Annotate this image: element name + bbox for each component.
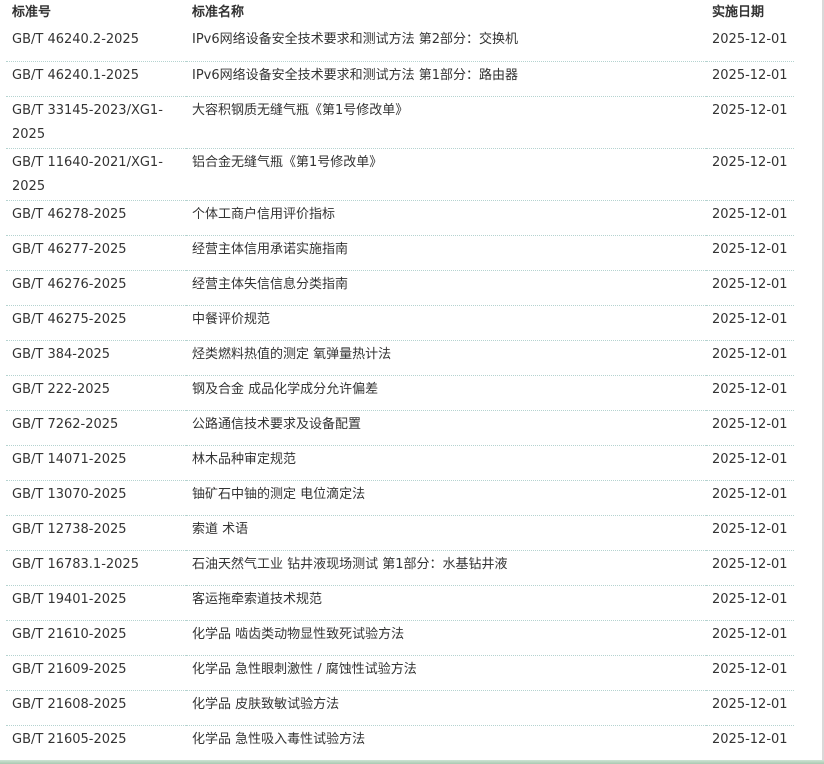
standard-code: GB/T 46276-2025 [6,270,186,306]
implementation-date: 2025-12-01 [706,305,794,341]
implementation-date: 2025-12-01 [706,655,794,691]
standard-name-link[interactable]: 公路通信技术要求及设备配置 [186,410,706,446]
standard-name-link[interactable]: 经营主体失信信息分类指南 [186,270,706,306]
table-row[interactable]: GB/T 21610-2025 化学品 啮齿类动物显性致死试验方法 2025-1… [6,620,794,656]
table-row[interactable]: GB/T 46240.1-2025 IPv6网络设备安全技术要求和测试方法 第1… [6,61,794,97]
standard-code: GB/T 12738-2025 [6,515,186,551]
table-row[interactable]: GB/T 11640-2021/XG1-2025 铝合金无缝气瓶《第1号修改单》… [6,148,794,201]
table-row[interactable]: GB/T 46278-2025 个体工商户信用评价指标 2025-12-01 [6,200,794,236]
standard-name-link[interactable]: 钢及合金 成品化学成分允许偏差 [186,375,706,411]
standard-name-link[interactable]: 铀矿石中铀的测定 电位滴定法 [186,480,706,516]
standard-code: GB/T 21609-2025 [6,655,186,691]
column-header-date: 实施日期 [712,5,765,20]
standard-code: GB/T 46240.1-2025 [6,61,186,97]
table-row[interactable]: GB/T 7262-2025 公路通信技术要求及设备配置 2025-12-01 [6,410,794,446]
implementation-date: 2025-12-01 [706,480,794,516]
implementation-date: 2025-12-01 [706,515,794,551]
table-row[interactable]: GB/T 384-2025 烃类燃料热值的测定 氧弹量热计法 2025-12-0… [6,340,794,376]
implementation-date: 2025-12-01 [706,375,794,411]
standard-name-link[interactable]: IPv6网络设备安全技术要求和测试方法 第1部分：路由器 [186,61,706,97]
table-row[interactable]: GB/T 16783.1-2025 石油天然气工业 钻井液现场测试 第1部分：水… [6,550,794,586]
implementation-date: 2025-12-01 [706,26,794,62]
standard-code: GB/T 7262-2025 [6,410,186,446]
standard-name-link[interactable]: 个体工商户信用评价指标 [186,200,706,236]
implementation-date: 2025-12-01 [706,61,794,97]
table-row[interactable]: GB/T 46240.2-2025 IPv6网络设备安全技术要求和测试方法 第2… [6,26,794,62]
implementation-date: 2025-12-01 [706,690,794,726]
standard-code: GB/T 46278-2025 [6,200,186,236]
table-row[interactable]: GB/T 13070-2025 铀矿石中铀的测定 电位滴定法 2025-12-0… [6,480,794,516]
standard-name-link[interactable]: 烃类燃料热值的测定 氧弹量热计法 [186,340,706,376]
standards-table: 标准号 标准名称 实施日期 GB/T 46240.2-2025 IPv6网络设备… [6,0,794,761]
implementation-date: 2025-12-01 [706,96,794,149]
implementation-date: 2025-12-01 [706,620,794,656]
standard-name-link[interactable]: 客运拖牵索道技术规范 [186,585,706,621]
standard-name-link[interactable]: 化学品 急性眼刺激性 / 腐蚀性试验方法 [186,655,706,691]
table-row[interactable]: GB/T 19401-2025 客运拖牵索道技术规范 2025-12-01 [6,585,794,621]
implementation-date: 2025-12-01 [706,148,794,201]
standard-name-link[interactable]: IPv6网络设备安全技术要求和测试方法 第2部分：交换机 [186,26,706,62]
table-row[interactable]: GB/T 21608-2025 化学品 皮肤致敏试验方法 2025-12-01 [6,690,794,726]
implementation-date: 2025-12-01 [706,410,794,446]
standard-code: GB/T 46277-2025 [6,235,186,271]
standard-name-link[interactable]: 化学品 啮齿类动物显性致死试验方法 [186,620,706,656]
table-row[interactable]: GB/T 21605-2025 化学品 急性吸入毒性试验方法 2025-12-0… [6,725,794,761]
table-row[interactable]: GB/T 12738-2025 索道 术语 2025-12-01 [6,515,794,551]
standard-code: GB/T 46240.2-2025 [6,26,186,62]
table-row[interactable]: GB/T 46276-2025 经营主体失信信息分类指南 2025-12-01 [6,270,794,306]
column-header-name: 标准名称 [192,5,245,20]
standard-code: GB/T 14071-2025 [6,445,186,481]
table-row[interactable]: GB/T 46277-2025 经营主体信用承诺实施指南 2025-12-01 [6,235,794,271]
table-row[interactable]: GB/T 14071-2025 林木品种审定规范 2025-12-01 [6,445,794,481]
bottom-divider [0,760,824,764]
standard-name-link[interactable]: 林木品种审定规范 [186,445,706,481]
standard-code: GB/T 21610-2025 [6,620,186,656]
standard-name-link[interactable]: 大容积钢质无缝气瓶《第1号修改单》 [186,96,706,149]
standard-name-link[interactable]: 中餐评价规范 [186,305,706,341]
standard-code: GB/T 21608-2025 [6,690,186,726]
table-header: 标准号 标准名称 实施日期 [6,0,794,26]
standard-name-link[interactable]: 索道 术语 [186,515,706,551]
standard-code: GB/T 16783.1-2025 [6,550,186,586]
table-row[interactable]: GB/T 222-2025 钢及合金 成品化学成分允许偏差 2025-12-01 [6,375,794,411]
standard-code: GB/T 13070-2025 [6,480,186,516]
implementation-date: 2025-12-01 [706,445,794,481]
standard-name-link[interactable]: 石油天然气工业 钻井液现场测试 第1部分：水基钻井液 [186,550,706,586]
table-row[interactable]: GB/T 21609-2025 化学品 急性眼刺激性 / 腐蚀性试验方法 202… [6,655,794,691]
standard-code: GB/T 21605-2025 [6,725,186,761]
implementation-date: 2025-12-01 [706,200,794,236]
standard-name-link[interactable]: 化学品 急性吸入毒性试验方法 [186,725,706,761]
implementation-date: 2025-12-01 [706,725,794,761]
column-header-code: 标准号 [12,5,52,20]
table-row[interactable]: GB/T 46275-2025 中餐评价规范 2025-12-01 [6,305,794,341]
standard-code: GB/T 46275-2025 [6,305,186,341]
implementation-date: 2025-12-01 [706,340,794,376]
implementation-date: 2025-12-01 [706,585,794,621]
standard-code: GB/T 11640-2021/XG1-2025 [6,148,186,201]
standard-code: GB/T 19401-2025 [6,585,186,621]
standard-name-link[interactable]: 经营主体信用承诺实施指南 [186,235,706,271]
table-body: GB/T 46240.2-2025 IPv6网络设备安全技术要求和测试方法 第2… [6,26,794,761]
table-row[interactable]: GB/T 33145-2023/XG1-2025 大容积钢质无缝气瓶《第1号修改… [6,96,794,149]
standard-name-link[interactable]: 铝合金无缝气瓶《第1号修改单》 [186,148,706,201]
implementation-date: 2025-12-01 [706,550,794,586]
implementation-date: 2025-12-01 [706,235,794,271]
standard-name-link[interactable]: 化学品 皮肤致敏试验方法 [186,690,706,726]
standard-code: GB/T 222-2025 [6,375,186,411]
standard-code: GB/T 384-2025 [6,340,186,376]
implementation-date: 2025-12-01 [706,270,794,306]
standard-code: GB/T 33145-2023/XG1-2025 [6,96,186,149]
